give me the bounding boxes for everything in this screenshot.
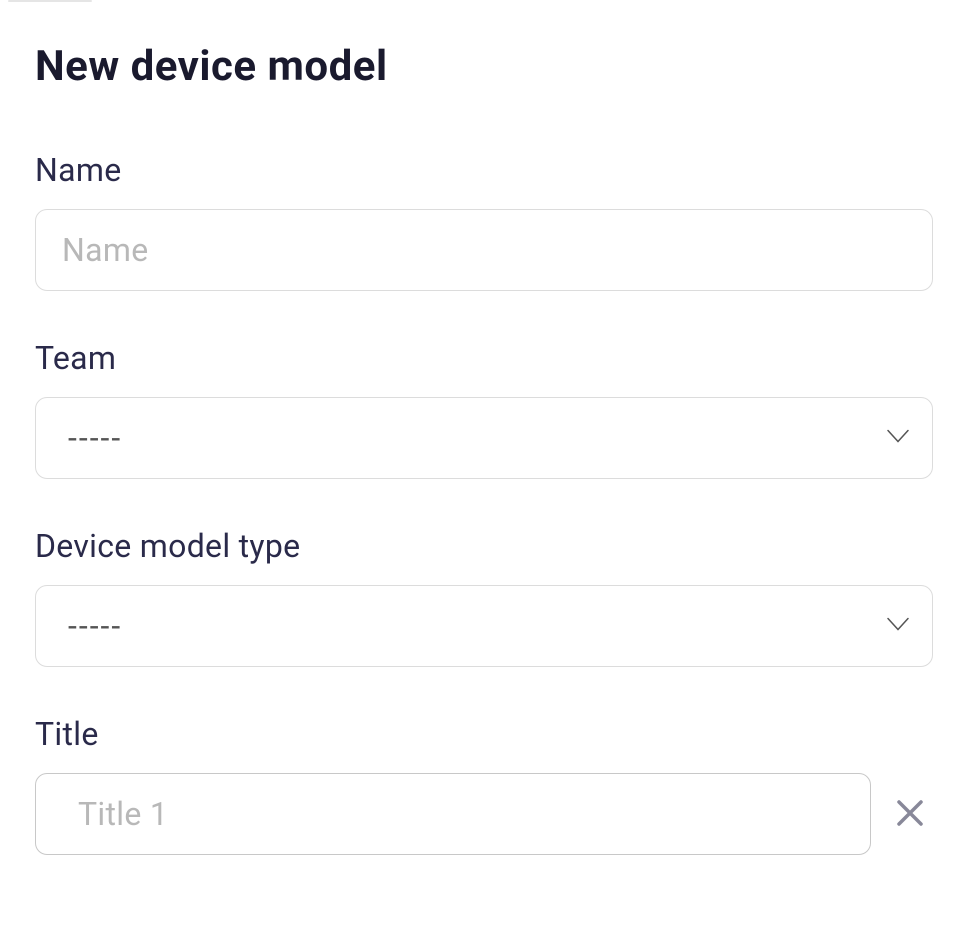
title-row	[35, 773, 933, 855]
title-field-group: Title	[35, 715, 933, 855]
name-label: Name	[35, 151, 933, 189]
device-model-type-select[interactable]: -----	[35, 585, 933, 667]
team-field-group: Team -----	[35, 339, 933, 479]
remove-title-button[interactable]	[887, 790, 933, 839]
device-model-type-label: Device model type	[35, 527, 933, 565]
top-pill	[8, 0, 92, 2]
form-container: New device model Name Team ----- Device …	[0, 42, 968, 938]
name-field-group: Name	[35, 151, 933, 291]
device-model-type-select-wrapper: -----	[35, 585, 933, 667]
team-label: Team	[35, 339, 933, 377]
title-input[interactable]	[35, 773, 871, 855]
device-model-type-field-group: Device model type -----	[35, 527, 933, 667]
close-icon	[895, 798, 925, 831]
team-select[interactable]: -----	[35, 397, 933, 479]
team-select-wrapper: -----	[35, 397, 933, 479]
title-label: Title	[35, 715, 933, 753]
name-input[interactable]	[35, 209, 933, 291]
page-title: New device model	[35, 42, 933, 91]
